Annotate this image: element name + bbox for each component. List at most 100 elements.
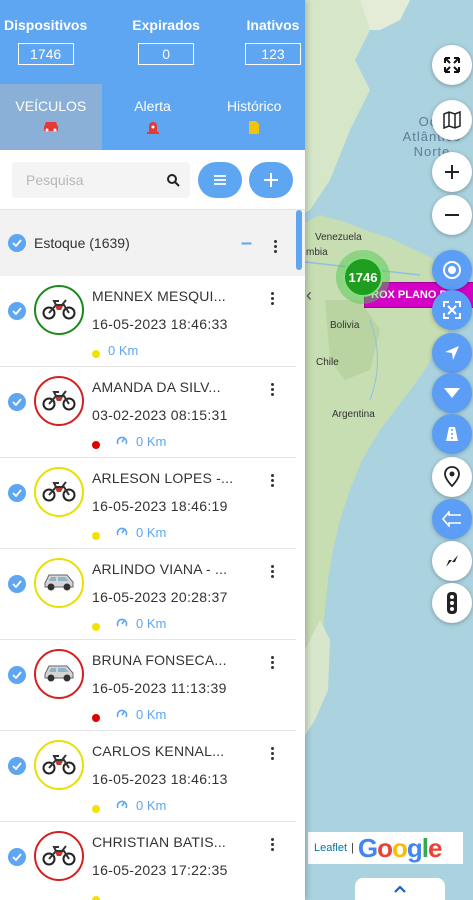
vehicle-avatar[interactable] [34, 285, 84, 335]
vehicle-speed: 0 Km [136, 798, 167, 813]
navigation-button[interactable] [432, 333, 472, 373]
route-arrow-button[interactable] [432, 499, 472, 539]
country-label: Argentina [332, 409, 375, 420]
vehicle-row[interactable]: ARLINDO VIANA - ... 16-05-2023 20:28:37 … [0, 549, 296, 640]
road-button[interactable] [432, 414, 472, 454]
search-icon[interactable] [166, 173, 180, 187]
vehicle-row[interactable]: BRUNA FONSECA... 16-05-2023 11:13:39 0 K… [0, 640, 296, 731]
vehicle-avatar[interactable] [34, 831, 84, 881]
marker-cluster[interactable]: 1746 [336, 250, 390, 304]
vehicle-datetime: 16-05-2023 18:46:13 [92, 771, 228, 787]
vehicle-row[interactable]: MENNEX MESQUI... 16-05-2023 18:46:33 0 K… [0, 276, 296, 367]
row-checkbox[interactable] [8, 757, 26, 775]
fit-bounds-icon [443, 301, 461, 319]
vehicle-name: BRUNA FONSECA... [92, 652, 227, 668]
status-dot [92, 896, 100, 900]
expand-panel-button[interactable] [355, 878, 445, 900]
row-checkbox[interactable] [8, 666, 26, 684]
location-pin-icon [444, 466, 460, 488]
vehicle-row[interactable]: ARLESON LOPES -... 16-05-2023 18:46:19 0… [0, 458, 296, 549]
check-icon [12, 762, 22, 770]
attribution-separator: | [351, 842, 354, 854]
stat-value: 123 [244, 43, 301, 65]
fullscreen-button[interactable] [432, 45, 472, 85]
target-icon [443, 261, 461, 279]
speedometer-icon [116, 707, 128, 725]
kebab-menu-icon[interactable] [271, 565, 274, 578]
vehicle-panel: Dispositivos 1746 Expirados 0 Inativos 1… [0, 0, 305, 900]
tab-veiculos[interactable]: VEÍCULOS [0, 84, 102, 150]
kebab-menu-icon[interactable] [271, 292, 274, 305]
add-button[interactable] [249, 161, 293, 198]
location-pin-button[interactable] [432, 457, 472, 497]
document-icon [249, 121, 260, 134]
kebab-menu-icon[interactable] [271, 383, 274, 396]
map-layers-icon [443, 110, 461, 130]
siren-icon [146, 122, 159, 134]
vehicle-row[interactable]: AMANDA DA SILV... 03-02-2023 08:15:31 0 … [0, 367, 296, 458]
zoom-in-button[interactable] [432, 152, 472, 192]
vehicle-row[interactable]: CHRISTIAN BATIS... 16-05-2023 17:22:35 [0, 822, 296, 900]
search-row [0, 150, 305, 210]
vehicle-avatar[interactable] [34, 740, 84, 790]
filter-icon [444, 388, 460, 398]
filter-button[interactable] [432, 373, 472, 413]
kebab-menu-icon[interactable] [271, 747, 274, 760]
compass-button[interactable] [432, 541, 472, 581]
motorcycle-icon [42, 478, 76, 507]
vehicle-avatar[interactable] [34, 376, 84, 426]
search-input[interactable] [26, 171, 166, 188]
vehicle-name: ARLESON LOPES -... [92, 470, 234, 486]
traffic-light-button[interactable] [432, 583, 472, 623]
target-button[interactable] [432, 250, 472, 290]
vehicle-avatar[interactable] [34, 467, 84, 517]
kebab-menu-icon[interactable] [271, 474, 274, 487]
kebab-menu-icon[interactable] [271, 838, 274, 851]
row-checkbox[interactable] [8, 302, 26, 320]
speedometer-icon [116, 434, 128, 452]
zoom-in-icon [445, 165, 459, 179]
scrollbar[interactable] [296, 210, 302, 270]
tab-alerta[interactable]: Alerta [102, 84, 204, 150]
zoom-out-button[interactable] [432, 195, 472, 235]
zoom-out-icon [445, 214, 459, 216]
kebab-menu-icon[interactable] [271, 656, 274, 669]
chevron-left-icon[interactable]: ‹ [306, 285, 312, 306]
car-icon [42, 570, 76, 597]
vehicle-avatar[interactable] [34, 649, 84, 699]
row-checkbox[interactable] [8, 575, 26, 593]
fullscreen-icon [444, 57, 460, 73]
tab-historico[interactable]: Histórico [203, 84, 305, 150]
vehicle-name: CARLOS KENNAL... [92, 743, 225, 759]
group-checkbox[interactable] [8, 234, 26, 252]
row-checkbox[interactable] [8, 393, 26, 411]
vehicle-datetime: 16-05-2023 17:22:35 [92, 862, 228, 878]
motorcycle-icon [42, 842, 76, 871]
vehicle-name: AMANDA DA SILV... [92, 379, 221, 395]
map-layers-button[interactable] [432, 100, 472, 140]
vehicle-avatar[interactable] [34, 558, 84, 608]
hamburger-icon [214, 174, 226, 185]
leaflet-link[interactable]: Leaflet [314, 842, 347, 854]
google-logo: Google [357, 832, 443, 863]
speedometer-icon [116, 798, 128, 816]
list-menu-button[interactable] [198, 161, 242, 198]
traffic-light-icon [447, 592, 457, 614]
row-checkbox[interactable] [8, 484, 26, 502]
collapse-icon[interactable]: – [241, 232, 252, 255]
row-checkbox[interactable] [8, 848, 26, 866]
kebab-menu-icon[interactable] [274, 240, 277, 253]
car-icon [43, 122, 58, 132]
vehicle-speed: 0 Km [108, 343, 139, 358]
vehicle-datetime: 16-05-2023 18:46:19 [92, 498, 228, 514]
country-label: mbia [306, 247, 328, 258]
stat-inativos: Inativos 123 [244, 0, 301, 84]
vehicle-row[interactable]: CARLOS KENNAL... 16-05-2023 18:46:13 0 K… [0, 731, 296, 822]
check-icon [12, 307, 22, 315]
check-icon [12, 398, 22, 406]
vehicle-speed: 0 Km [136, 434, 167, 449]
fit-bounds-button[interactable] [432, 290, 472, 330]
group-header[interactable]: Estoque (1639) – [0, 210, 305, 276]
map-view[interactable]: Oce Atlântico Norte Venezuela mbia Boliv… [300, 0, 473, 900]
country-label: Chile [316, 357, 339, 368]
